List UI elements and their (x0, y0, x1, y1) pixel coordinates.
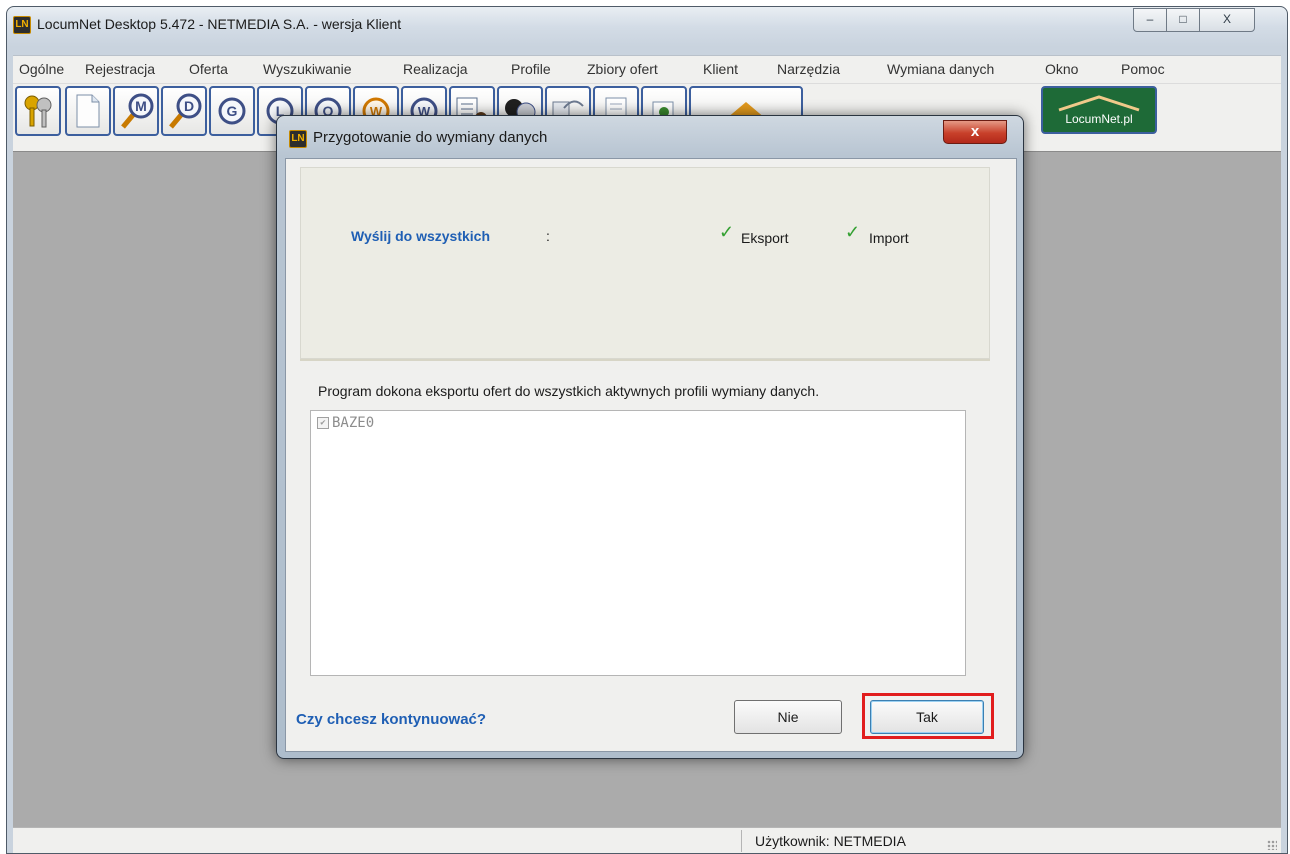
menu-klient[interactable]: Klient (703, 61, 738, 77)
status-bar: Użytkownik: NETMEDIA (13, 827, 1281, 853)
search-d-letter: D (184, 98, 194, 114)
dialog-logo-icon: LN (289, 130, 307, 148)
send-options-panel: Wyślij do wszystkich : ✓ Eksport ✓ Impor… (300, 167, 990, 359)
menu-pomoc[interactable]: Pomoc (1121, 61, 1165, 77)
g-icon: G (218, 97, 246, 125)
menu-ogolne[interactable]: Ogólne (19, 61, 64, 77)
profile-name: BAZE0 (332, 415, 375, 431)
panel-divider (300, 359, 990, 361)
menu-narzedzia[interactable]: Narzędzia (777, 61, 840, 77)
menu-bar: Ogólne Rejestracja Oferta Wyszukiwanie R… (13, 55, 1281, 84)
window-title: LocumNet Desktop 5.472 - NETMEDIA S.A. -… (37, 16, 402, 32)
menu-okno[interactable]: Okno (1045, 61, 1078, 77)
export-label: Eksport (741, 230, 789, 246)
search-d-button[interactable]: D (161, 86, 207, 136)
send-to-all-label: Wyślij do wszystkich (351, 228, 491, 244)
export-check-icon[interactable]: ✓ (719, 222, 734, 243)
g-letter: G (227, 103, 238, 119)
locumnet-logo-text: LocumNet.pl (1065, 112, 1133, 126)
new-document-button[interactable] (65, 86, 111, 136)
resize-grip-icon[interactable] (1267, 840, 1277, 850)
info-text: Program dokona eksportu ofert do wszystk… (318, 383, 820, 399)
search-m-icon: M (121, 93, 154, 129)
exchange-dialog: LN Przygotowanie do wymiany danych x Wyś… (276, 115, 1024, 759)
import-check-icon[interactable]: ✓ (845, 222, 860, 243)
title-bar: LN LocumNet Desktop 5.472 - NETMEDIA S.A… (7, 7, 1287, 37)
menu-wymiana-danych[interactable]: Wymiana danych (887, 61, 994, 77)
dialog-title: Przygotowanie do wymiany danych (313, 129, 548, 146)
g-button[interactable]: G (209, 86, 255, 136)
dialog-close-button[interactable]: x (943, 120, 1007, 144)
import-label: Import (869, 230, 909, 246)
status-separator (741, 830, 742, 852)
locumnet-logo[interactable]: LocumNet.pl (1041, 86, 1157, 134)
new-document-icon (76, 94, 100, 128)
menu-rejestracja[interactable]: Rejestracja (85, 61, 155, 77)
search-d-icon: D (169, 93, 202, 129)
yes-button-highlight (862, 693, 994, 739)
roof-icon (1058, 95, 1140, 112)
menu-realizacja[interactable]: Realizacja (403, 61, 468, 77)
search-m-letter: M (135, 98, 147, 114)
app-logo-icon: LN (13, 16, 31, 34)
continue-question: Czy chcesz kontynuować? (296, 711, 487, 728)
dialog-body: Wyślij do wszystkich : ✓ Eksport ✓ Impor… (285, 158, 1017, 752)
profile-checkbox: ✔ (317, 417, 329, 429)
menu-zbiory-ofert[interactable]: Zbiory ofert (587, 61, 658, 77)
menu-oferta[interactable]: Oferta (189, 61, 228, 77)
search-m-button[interactable]: M (113, 86, 159, 136)
menu-wyszukiwanie[interactable]: Wyszukiwanie (263, 61, 352, 77)
maximize-button[interactable]: □ (1166, 8, 1200, 32)
profile-list[interactable]: ✔ BAZE0 (310, 410, 966, 676)
send-colon: : (546, 228, 550, 244)
keys-icon (24, 95, 52, 128)
keys-button[interactable] (15, 86, 61, 136)
list-item: ✔ BAZE0 (317, 415, 374, 431)
minimize-button[interactable]: – (1133, 8, 1167, 32)
menu-profile[interactable]: Profile (511, 61, 551, 77)
status-user: Użytkownik: NETMEDIA (755, 833, 906, 849)
no-button[interactable]: Nie (734, 700, 842, 734)
close-window-button[interactable]: X (1199, 8, 1255, 32)
